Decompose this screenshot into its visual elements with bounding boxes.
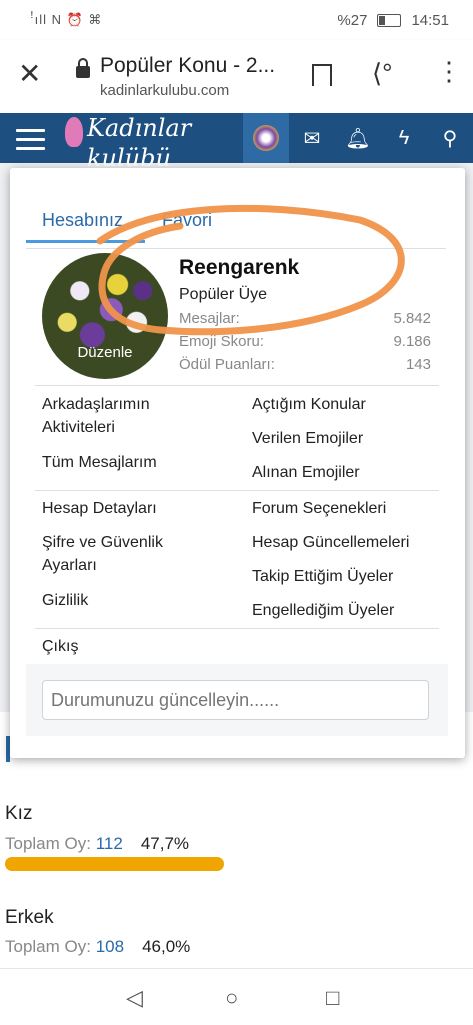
browser-toolbar: ✕ Popüler Konu - 2... kadinlarkulubu.com… bbox=[0, 40, 473, 113]
avatar-edit-link[interactable]: Düzenle bbox=[42, 344, 168, 361]
tab-account[interactable]: Hesabınız bbox=[25, 210, 146, 243]
back-icon[interactable]: ◁ bbox=[126, 985, 143, 1011]
link-given-emojis[interactable]: Verilen Emojiler bbox=[252, 427, 363, 450]
username[interactable]: Reengarenk bbox=[179, 256, 299, 280]
stat-award-points[interactable]: Ödül Puanları: 143 bbox=[179, 356, 431, 373]
signal-icons: ꜝıll N ⏰ ⌘ bbox=[30, 12, 103, 27]
close-icon[interactable]: ✕ bbox=[18, 60, 41, 88]
search-icon[interactable]: ⚲ bbox=[427, 113, 473, 163]
divider bbox=[35, 385, 439, 386]
link-account-details[interactable]: Hesap Detayları bbox=[42, 497, 157, 520]
tab-favorites[interactable]: Favori bbox=[162, 210, 212, 231]
avatar[interactable]: Düzenle bbox=[42, 253, 168, 379]
lightning-icon[interactable]: ϟ bbox=[381, 113, 427, 163]
bookmark-icon[interactable] bbox=[312, 64, 332, 86]
link-privacy[interactable]: Gizlilik bbox=[42, 589, 88, 612]
link-friends-activity[interactable]: Arkadaşlarımın Aktiviteleri bbox=[42, 393, 222, 439]
android-nav-bar: ◁ ○ □ bbox=[0, 968, 473, 1025]
inbox-icon[interactable]: ✉ bbox=[289, 113, 335, 163]
stat-emoji-score[interactable]: Emoji Skoru: 9.186 bbox=[179, 333, 431, 350]
link-blocked-members[interactable]: Engellediğim Üyeler bbox=[252, 599, 394, 622]
site-logo[interactable]: Kadınlar kulübü bbox=[65, 116, 191, 170]
bell-icon[interactable]: 🔔︎ bbox=[335, 113, 381, 163]
poll-option-label: Kız bbox=[5, 803, 33, 824]
link-followed-members[interactable]: Takip Ettiğim Üyeler bbox=[252, 565, 393, 588]
battery-icon bbox=[377, 13, 402, 27]
divider bbox=[35, 490, 439, 491]
site-header: Kadınlar kulübü ✉ 🔔︎ ϟ ⚲ bbox=[0, 113, 473, 170]
stat-messages[interactable]: Mesajlar: 5.842 bbox=[179, 310, 431, 327]
recents-icon[interactable]: □ bbox=[326, 985, 339, 1011]
lock-icon bbox=[76, 58, 90, 78]
status-update-input[interactable] bbox=[42, 680, 429, 720]
poll-result-bar bbox=[5, 857, 224, 871]
clock: 14:51 bbox=[411, 11, 449, 29]
page-host[interactable]: kadinlarkulubu.com bbox=[100, 82, 229, 99]
poll-option-votes: Toplam Oy: 112 47,7% bbox=[5, 834, 190, 853]
link-forum-options[interactable]: Forum Seçenekleri bbox=[252, 497, 386, 520]
link-password-security[interactable]: Şifre ve Güvenlik Ayarları bbox=[42, 531, 192, 577]
logout-link[interactable]: Çıkış bbox=[42, 635, 78, 658]
flower-logo-icon bbox=[65, 117, 83, 147]
share-icon[interactable]: ⟨° bbox=[372, 58, 393, 89]
link-my-threads[interactable]: Açtığım Konular bbox=[252, 393, 366, 416]
poll-option-label: Erkek bbox=[5, 907, 54, 928]
home-icon[interactable]: ○ bbox=[225, 985, 238, 1011]
account-avatar-button[interactable] bbox=[243, 113, 289, 163]
poll-option-votes: Toplam Oy: 108 46,0% bbox=[5, 937, 191, 956]
link-account-upgrades[interactable]: Hesap Güncellemeleri bbox=[252, 531, 409, 554]
account-menu-popup: Hesabınız Favori Düzenle Reengarenk Popü… bbox=[10, 168, 465, 758]
page-title[interactable]: Popüler Konu - 2... bbox=[100, 54, 275, 78]
battery-percent: %27 bbox=[337, 11, 368, 29]
user-role: Popüler Üye bbox=[179, 286, 268, 303]
account-tabs: Hesabınız Favori bbox=[25, 198, 446, 249]
link-received-emojis[interactable]: Alınan Emojiler bbox=[252, 461, 360, 484]
more-menu-icon[interactable]: ⋮ bbox=[436, 58, 462, 84]
menu-icon[interactable] bbox=[16, 129, 45, 151]
link-all-messages[interactable]: Tüm Mesajlarım bbox=[42, 451, 157, 474]
divider bbox=[35, 628, 439, 629]
status-bar: ꜝıll N ⏰ ⌘ %27 14:51 bbox=[0, 0, 473, 40]
